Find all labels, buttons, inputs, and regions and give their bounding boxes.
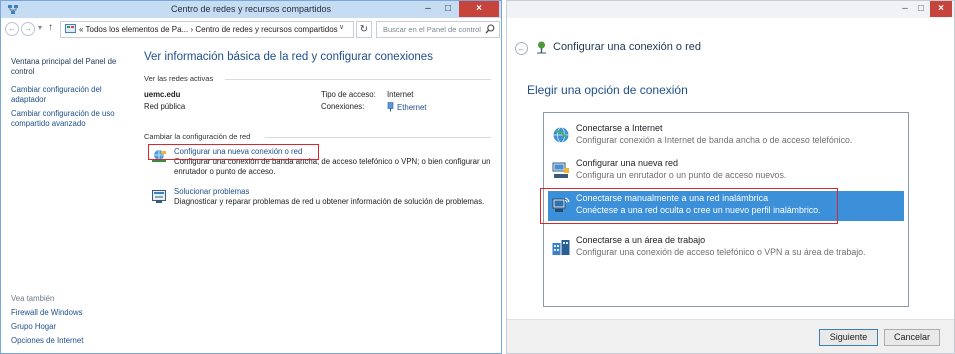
troubleshoot-link[interactable]: Solucionar problemas — [174, 187, 249, 196]
address-field[interactable]: « Todos los elementos de Pa... › Centro … — [60, 21, 354, 38]
sidebar-link-adapter-settings[interactable]: Cambiar configuración del adaptador — [11, 85, 129, 105]
see-also-heading: Vea también — [11, 294, 55, 303]
ethernet-label: Ethernet — [397, 103, 427, 112]
troubleshoot-description: Diagnosticar y reparar problemas de red … — [174, 197, 485, 206]
globe-icon — [553, 127, 569, 143]
network-setup-icon — [537, 41, 546, 54]
setup-connection-window: – □ × ← Configurar una conexión o red El… — [506, 0, 955, 354]
access-type-label: Tipo de acceso: — [321, 90, 376, 99]
option-workplace[interactable]: Conectarse a un área de trabajo Configur… — [548, 233, 904, 263]
highlight-box — [148, 144, 319, 160]
option-new-network[interactable]: Configurar una nueva red Configura un en… — [548, 156, 904, 186]
option-title: Configurar una nueva red — [576, 158, 679, 168]
minimize-button[interactable]: – — [898, 1, 912, 17]
option-description: Configura un enrutador o un punto de acc… — [576, 170, 787, 180]
dialog-title: Configurar una conexión o red — [553, 41, 701, 53]
arrow-up-icon: ↑ — [48, 22, 53, 33]
option-description: Configurar una conexión de acceso telefó… — [576, 247, 866, 257]
see-also-internet-options-link[interactable]: Opciones de Internet — [11, 336, 83, 345]
page-title: Ver información básica de la red y confi… — [144, 51, 433, 63]
highlight-box — [540, 188, 838, 224]
cancel-button[interactable]: Cancelar — [884, 329, 940, 346]
search-placeholder: Buscar en el Panel de control — [383, 25, 481, 34]
section-divider — [225, 79, 491, 80]
refresh-icon: ↻ — [359, 24, 369, 35]
forward-button[interactable]: → — [21, 22, 35, 36]
recent-pages-dropdown[interactable]: ▾ — [38, 23, 42, 32]
close-button[interactable]: × — [459, 1, 499, 17]
title-bar: – □ × — [507, 1, 954, 18]
up-button[interactable]: ↑ — [48, 22, 53, 33]
address-bar: ← → ▾ ↑ « Todos los elementos de Pa... ›… — [4, 21, 500, 38]
maximize-button[interactable]: □ — [441, 1, 455, 17]
section-heading: Elegir una opción de conexión — [527, 83, 688, 97]
minimize-button[interactable]: – — [421, 1, 435, 17]
ethernet-connection-link[interactable]: Ethernet — [387, 102, 426, 112]
option-title: Conectarse a un área de trabajo — [576, 235, 706, 245]
sidebar-link-sharing-settings[interactable]: Cambiar configuración de uso compartido … — [11, 109, 129, 129]
title-bar: Centro de redes y recursos compartidos –… — [1, 1, 501, 18]
see-also-firewall-link[interactable]: Firewall de Windows — [11, 308, 83, 317]
task-troubleshoot: Solucionar problemas Diagnosticar y repa… — [151, 187, 501, 211]
dialog-footer: Siguiente Cancelar — [507, 319, 954, 353]
address-dropdown[interactable]: ∨ — [339, 23, 344, 31]
back-button[interactable]: ← — [515, 42, 528, 55]
active-networks-label: Ver las redes activas — [144, 74, 214, 83]
arrow-right-icon: → — [24, 24, 32, 33]
maximize-button[interactable]: □ — [914, 1, 928, 17]
main-content: Ver información básica de la red y confi… — [141, 41, 501, 353]
refresh-button[interactable]: ↻ — [356, 21, 372, 38]
change-settings-label: Cambiar la configuración de red — [144, 132, 251, 141]
see-also-homegroup-link[interactable]: Grupo Hogar — [11, 322, 56, 331]
network-center-window: Centro de redes y recursos compartidos –… — [0, 0, 502, 354]
connections-label: Conexiones: — [321, 102, 365, 111]
network-name: uemc.edu — [144, 90, 181, 99]
network-type: Red pública — [144, 102, 186, 111]
arrow-left-icon: ← — [8, 24, 16, 33]
control-panel-icon — [65, 24, 76, 33]
back-button[interactable]: ← — [5, 22, 19, 36]
sidebar-home-link[interactable]: Ventana principal del Panel de control — [11, 57, 127, 77]
close-button[interactable]: × — [930, 1, 952, 17]
option-description: Configurar conexión a Internet de banda … — [576, 135, 853, 145]
sidebar: Ventana principal del Panel de control C… — [1, 41, 135, 353]
workplace-icon — [552, 240, 570, 255]
address-path: « Todos los elementos de Pa... › Centro … — [79, 25, 338, 34]
ethernet-icon — [387, 102, 394, 112]
option-title: Conectarse a Internet — [576, 123, 663, 133]
search-icon — [485, 24, 495, 34]
router-icon — [552, 162, 569, 178]
arrow-left-icon: ← — [517, 44, 526, 53]
search-input[interactable]: Buscar en el Panel de control — [376, 21, 500, 38]
option-connect-internet[interactable]: Conectarse a Internet Configurar conexió… — [548, 121, 904, 151]
troubleshoot-icon — [152, 190, 166, 203]
section-divider — [265, 137, 491, 138]
new-connection-description: Configurar una conexión de banda ancha, … — [174, 157, 491, 176]
next-button[interactable]: Siguiente — [819, 329, 878, 346]
access-type-value: Internet — [387, 90, 414, 99]
